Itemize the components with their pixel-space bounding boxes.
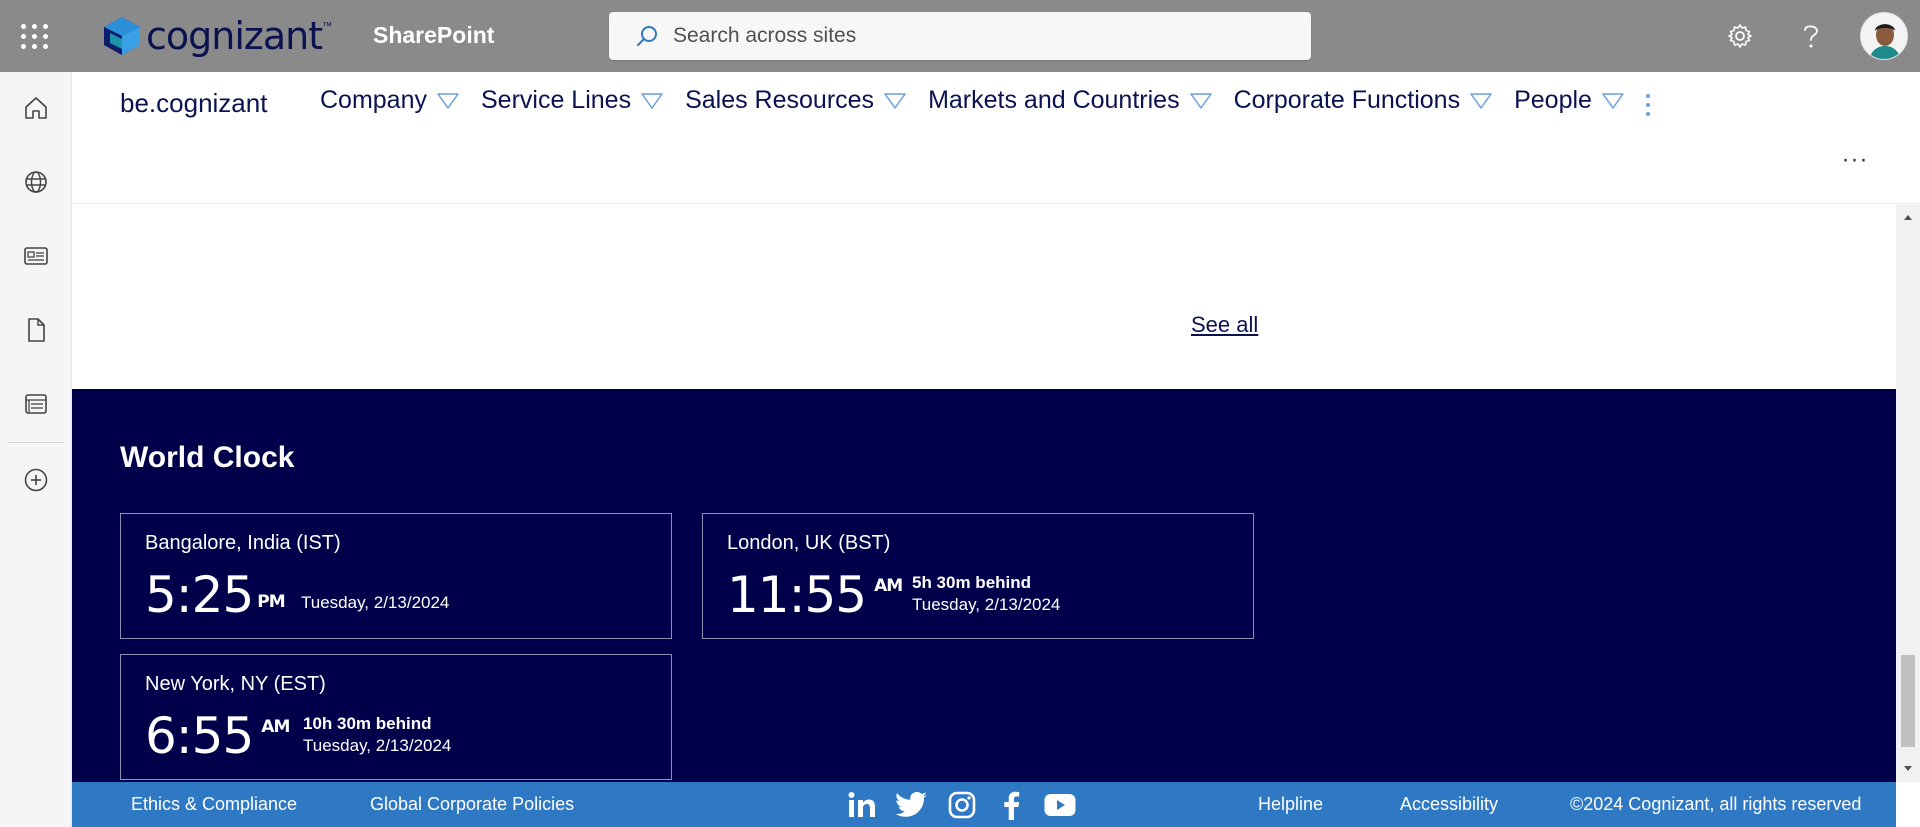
home-icon[interactable] xyxy=(18,90,54,126)
vertical-scrollbar[interactable] xyxy=(1896,205,1920,782)
clock-info: Tuesday, 2/13/2024 xyxy=(301,592,449,614)
scroll-up-arrow-icon[interactable] xyxy=(1902,211,1914,223)
nav-item-markets-and-countries[interactable]: Markets and Countries xyxy=(928,86,1212,115)
clock-info: 10h 30m behind Tuesday, 2/13/2024 xyxy=(303,713,451,757)
facebook-icon[interactable] xyxy=(995,789,1027,821)
linkedin-icon[interactable] xyxy=(846,789,878,821)
trademark-symbol: ™ xyxy=(322,21,333,32)
cognizant-logo-mark-icon xyxy=(104,17,140,55)
instagram-icon[interactable] xyxy=(946,789,978,821)
nav-item-company[interactable]: Company xyxy=(320,86,459,115)
world-clock-section: World Clock Bangalore, India (IST) 5:25 P… xyxy=(72,389,1896,782)
chevron-down-icon xyxy=(437,92,459,109)
settings-gear-icon[interactable] xyxy=(1722,18,1758,54)
app-launcher-waffle-icon[interactable] xyxy=(17,16,53,56)
clock-info: 5h 30m behind Tuesday, 2/13/2024 xyxy=(912,572,1060,616)
see-all-link[interactable]: See all xyxy=(1191,312,1258,338)
clock-city: New York, NY (EST) xyxy=(145,673,326,695)
nav-item-label: Sales Resources xyxy=(685,86,875,114)
copyright-text: ©2024 Cognizant, all rights reserved xyxy=(1570,794,1862,814)
chevron-down-icon xyxy=(641,92,663,109)
youtube-icon[interactable] xyxy=(1044,789,1076,821)
create-add-icon[interactable] xyxy=(18,462,54,498)
chevron-down-icon xyxy=(1189,92,1212,109)
twitter-icon[interactable] xyxy=(896,789,928,821)
user-photo-icon xyxy=(1861,13,1907,59)
clock-time: 6:55 AM xyxy=(145,707,290,765)
cognizant-logo[interactable]: cognizant ™ xyxy=(100,14,333,58)
app-bar xyxy=(0,72,72,827)
site-footer: Ethics & Compliance Global Corporate Pol… xyxy=(72,782,1896,827)
nav-item-label: People xyxy=(1514,86,1592,114)
clock-time-value: 11:55 xyxy=(727,566,867,624)
clock-card-london: London, UK (BST) 11:55 AM 5h 30m behind T… xyxy=(702,513,1254,639)
global-corporate-policies-link[interactable]: Global Corporate Policies xyxy=(370,794,574,815)
ethics-compliance-link[interactable]: Ethics & Compliance xyxy=(131,794,297,815)
clock-offset: 10h 30m behind xyxy=(303,714,432,733)
nav-item-people[interactable]: People xyxy=(1514,86,1624,115)
site-title[interactable]: be.cognizant xyxy=(120,88,267,119)
clock-ampm: AM xyxy=(261,717,290,737)
clock-card-new-york: New York, NY (EST) 6:55 AM 10h 30m behind… xyxy=(120,654,672,780)
clock-time: 11:55 AM xyxy=(727,566,903,624)
search-input[interactable] xyxy=(673,24,1273,48)
site-header: be.cognizant Company Service Lines Sales… xyxy=(72,72,1920,204)
nav-item-label: Service Lines xyxy=(481,86,632,114)
nav-item-sales-resources[interactable]: Sales Resources xyxy=(685,86,906,115)
news-icon[interactable] xyxy=(18,238,54,274)
clock-date: Tuesday, 2/13/2024 xyxy=(301,593,450,612)
cognizant-logo-wordmark: cognizant xyxy=(146,14,323,58)
clock-card-bangalore: Bangalore, India (IST) 5:25 PM Tuesday, 2… xyxy=(120,513,672,639)
search-box[interactable] xyxy=(609,12,1311,60)
clock-date: Tuesday, 2/13/2024 xyxy=(303,736,452,755)
clock-ampm: PM xyxy=(257,592,285,612)
help-question-icon[interactable] xyxy=(1793,18,1829,54)
user-avatar[interactable] xyxy=(1860,12,1908,60)
clock-city: Bangalore, India (IST) xyxy=(145,532,341,554)
nav-item-label: Markets and Countries xyxy=(928,86,1180,114)
scrollbar-thumb[interactable] xyxy=(1901,655,1915,747)
hub-navigation: Company Service Lines Sales Resources Ma… xyxy=(320,86,1646,115)
chevron-down-icon xyxy=(1470,92,1492,109)
nav-item-service-lines[interactable]: Service Lines xyxy=(481,86,663,115)
globe-sites-icon[interactable] xyxy=(18,164,54,200)
helpline-link[interactable]: Helpline xyxy=(1258,794,1323,815)
chevron-down-icon xyxy=(1602,92,1624,109)
clock-date: Tuesday, 2/13/2024 xyxy=(912,595,1061,614)
app-name-sharepoint[interactable]: SharePoint xyxy=(373,22,494,49)
clock-offset: 5h 30m behind xyxy=(912,573,1032,592)
nav-more-vertical-ellipsis-icon[interactable] xyxy=(1642,94,1654,120)
world-clock-title: World Clock xyxy=(120,441,295,474)
clock-time-value: 6:55 xyxy=(145,707,254,765)
page-content: See all World Clock Bangalore, India (IS… xyxy=(72,205,1896,782)
site-actions-ellipsis-icon[interactable]: ··· xyxy=(1835,148,1875,182)
nav-item-label: Company xyxy=(320,86,427,114)
scroll-down-arrow-icon[interactable] xyxy=(1902,763,1914,775)
clock-ampm: AM xyxy=(874,576,903,596)
file-document-icon[interactable] xyxy=(18,312,54,348)
clock-time: 5:25 PM xyxy=(145,566,286,624)
lists-icon[interactable] xyxy=(18,386,54,422)
clock-time-value: 5:25 xyxy=(145,566,254,624)
clock-city: London, UK (BST) xyxy=(727,532,891,554)
chevron-down-icon xyxy=(884,92,906,109)
nav-item-label: Corporate Functions xyxy=(1233,86,1461,114)
app-bar-divider xyxy=(8,442,64,443)
search-icon xyxy=(637,26,657,46)
accessibility-link[interactable]: Accessibility xyxy=(1400,794,1498,815)
nav-item-corporate-functions[interactable]: Corporate Functions xyxy=(1234,86,1493,115)
suite-bar: cognizant ™ SharePoint xyxy=(0,0,1920,72)
